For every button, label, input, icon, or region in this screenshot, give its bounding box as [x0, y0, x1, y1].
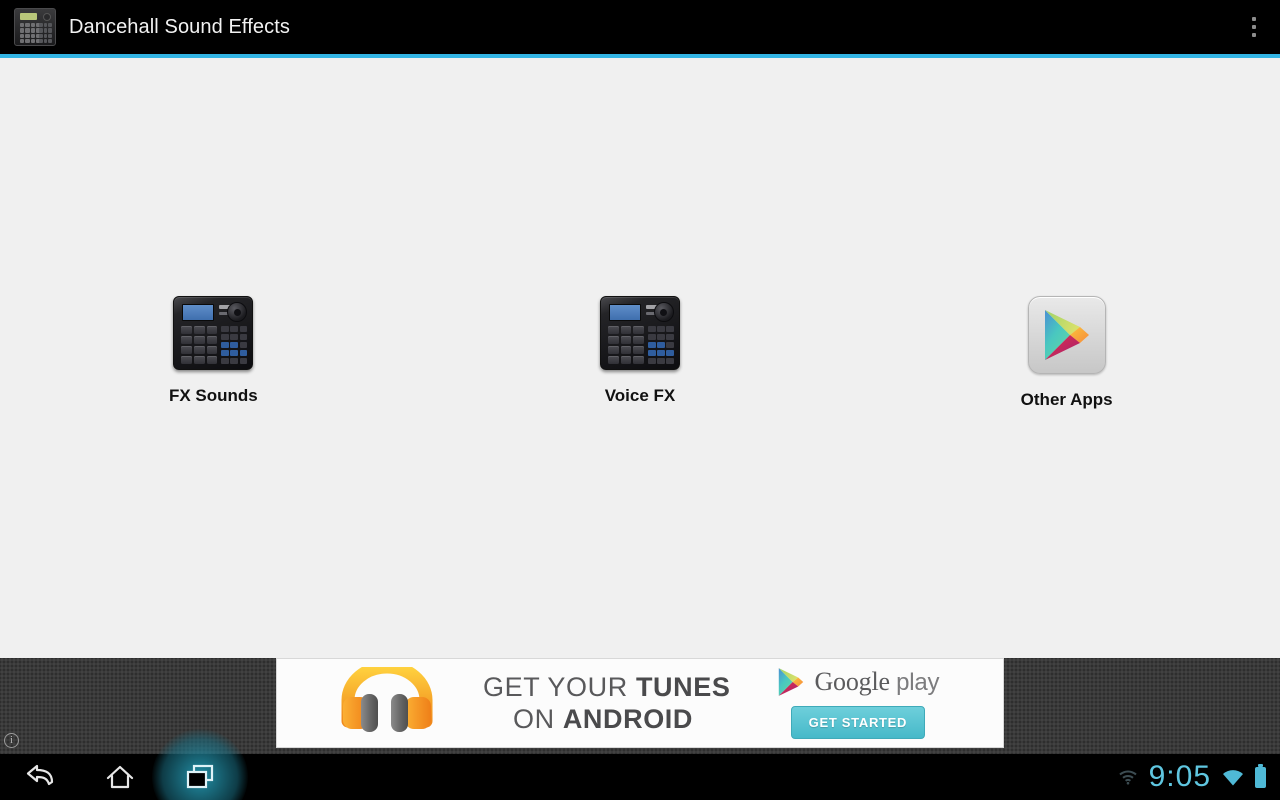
ad-line2-bold: ANDROID	[562, 704, 694, 734]
google-play-lockup: Google play	[776, 667, 940, 697]
ad-headline-line1: GET YOUR TUNES	[483, 672, 730, 702]
launcher-item-label: FX Sounds	[168, 386, 258, 405]
google-word: Google	[814, 667, 890, 696]
back-button[interactable]	[0, 754, 80, 800]
ad-info-icon[interactable]: i	[4, 733, 19, 748]
ad-headline-line2: ON ANDROID	[483, 703, 730, 735]
overflow-menu-icon[interactable]	[1228, 0, 1280, 54]
play-word: play	[896, 669, 940, 696]
ad-line2-plain: ON	[513, 704, 563, 734]
ad-banner[interactable]: GET YOUR TUNES ON ANDROID Google play GE…	[276, 658, 1004, 748]
drum-machine-icon	[173, 296, 254, 370]
get-started-button[interactable]: GET STARTED	[790, 706, 926, 739]
drum-machine-icon	[599, 296, 680, 370]
app-title-bar: Dancehall Sound Effects	[0, 0, 1280, 54]
launcher-item-label: Other Apps	[1020, 390, 1113, 409]
google-play-logo-icon	[779, 668, 804, 696]
launcher-grid: FX Sounds Voice FX Other Apps	[0, 296, 1280, 410]
ad-headline: GET YOUR TUNES ON ANDROID	[483, 671, 730, 735]
launcher-item-other-apps[interactable]: Other Apps	[853, 296, 1280, 410]
wifi-icon-dim	[1118, 770, 1137, 785]
google-play-wordmark: Google play	[814, 667, 939, 697]
page-title: Dancehall Sound Effects	[69, 15, 290, 38]
app-icon-screen	[20, 13, 37, 20]
launcher-item-label: Voice FX	[604, 386, 676, 405]
headphones-icon	[339, 660, 435, 740]
drum-machine-app-icon	[14, 8, 56, 46]
status-clock: 9:05	[1148, 760, 1211, 793]
ad-line1-bold: TUNES	[635, 672, 731, 702]
home-icon	[106, 765, 134, 789]
ad-line1-plain: GET YOUR	[483, 672, 636, 702]
recent-apps-button[interactable]	[152, 729, 248, 800]
app-icon-buttons	[39, 23, 52, 43]
status-bar-icons[interactable]: 9:05	[1118, 754, 1280, 800]
back-arrow-icon	[26, 764, 54, 786]
app-icon-pads	[20, 23, 40, 43]
recent-apps-icon	[186, 764, 214, 789]
ad-brand-cta-group: Google play GET STARTED	[776, 667, 940, 739]
android-tablet-screen: Dancehall Sound Effects FX Sounds Voice …	[0, 0, 1280, 800]
battery-icon	[1255, 763, 1266, 788]
google-play-store-icon	[1027, 296, 1106, 374]
main-content: FX Sounds Voice FX Other Apps	[0, 58, 1280, 658]
wifi-icon	[1223, 769, 1243, 785]
launcher-item-fx-sounds[interactable]: FX Sounds	[0, 296, 427, 410]
launcher-item-voice-fx[interactable]: Voice FX	[427, 296, 854, 410]
home-button[interactable]	[80, 754, 160, 800]
system-navigation-bar: 9:05	[0, 729, 1280, 800]
app-icon-knob	[43, 13, 51, 21]
